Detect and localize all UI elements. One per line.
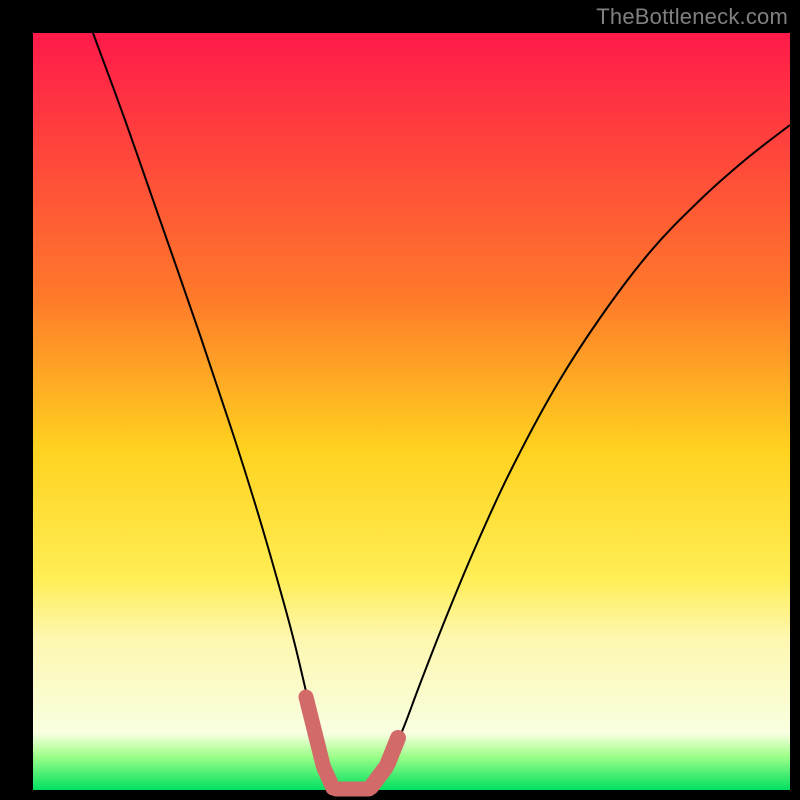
attribution-label: TheBottleneck.com <box>596 4 788 30</box>
chart-wrapper: TheBottleneck.com <box>0 0 800 800</box>
highlight-capsule <box>388 738 398 763</box>
chart-plot-area <box>33 33 790 790</box>
highlight-capsule <box>315 733 323 765</box>
bottleneck-chart <box>0 0 800 800</box>
